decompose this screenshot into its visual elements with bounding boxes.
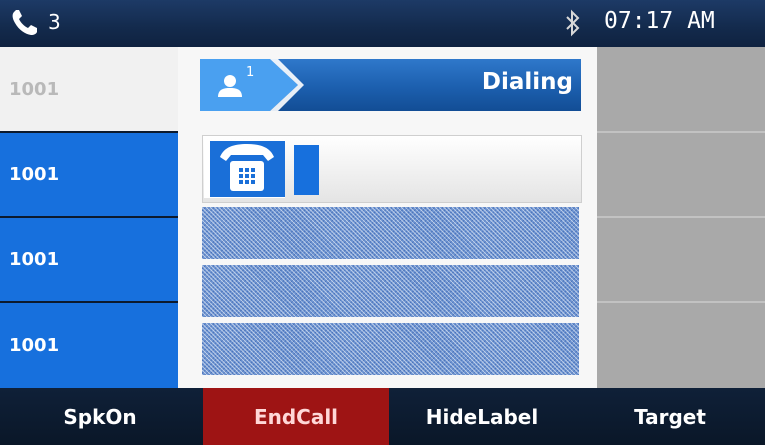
divider [597,301,765,303]
hidelabel-softkey[interactable]: HideLabel [389,388,575,445]
phone-icon [12,10,37,35]
line-key-label: 1001 [9,78,60,100]
handset-tile [204,140,285,198]
target-softkey[interactable]: Target [575,388,765,445]
active-line-count: 3 [48,10,61,34]
line-key-label: 1001 [9,164,60,185]
text-cursor [294,145,319,195]
endcall-softkey[interactable]: EndCall [203,388,389,445]
contact-badge: 1 [200,59,304,111]
line-key-3[interactable]: 1001 [0,218,178,301]
line-key-4[interactable]: 1001 [0,303,178,388]
call-status: Dialing [481,69,573,95]
contact-index: 1 [246,65,254,80]
line-key-label: 1001 [9,335,60,356]
desk-phone-icon [220,144,274,191]
right-line-column [597,47,765,388]
divider [597,216,765,218]
empty-slot [202,207,579,259]
clock: 07:17 AM [604,8,715,34]
divider [597,131,765,133]
dial-entry-box[interactable] [202,135,582,203]
empty-slot [202,265,579,317]
line-key-label: 1001 [9,249,60,270]
line-key-2[interactable]: 1001 [0,133,178,216]
line-key-1[interactable]: 1001 [0,47,178,131]
call-panel: Dialing 1 [178,47,597,388]
bluetooth-icon [566,9,580,37]
empty-slot [202,323,579,375]
spkon-softkey[interactable]: SpkOn [0,388,200,445]
softkey-bar: SpkOn EndCall HideLabel Target [0,388,765,445]
status-bar: 3 07:17 AM [0,0,765,47]
